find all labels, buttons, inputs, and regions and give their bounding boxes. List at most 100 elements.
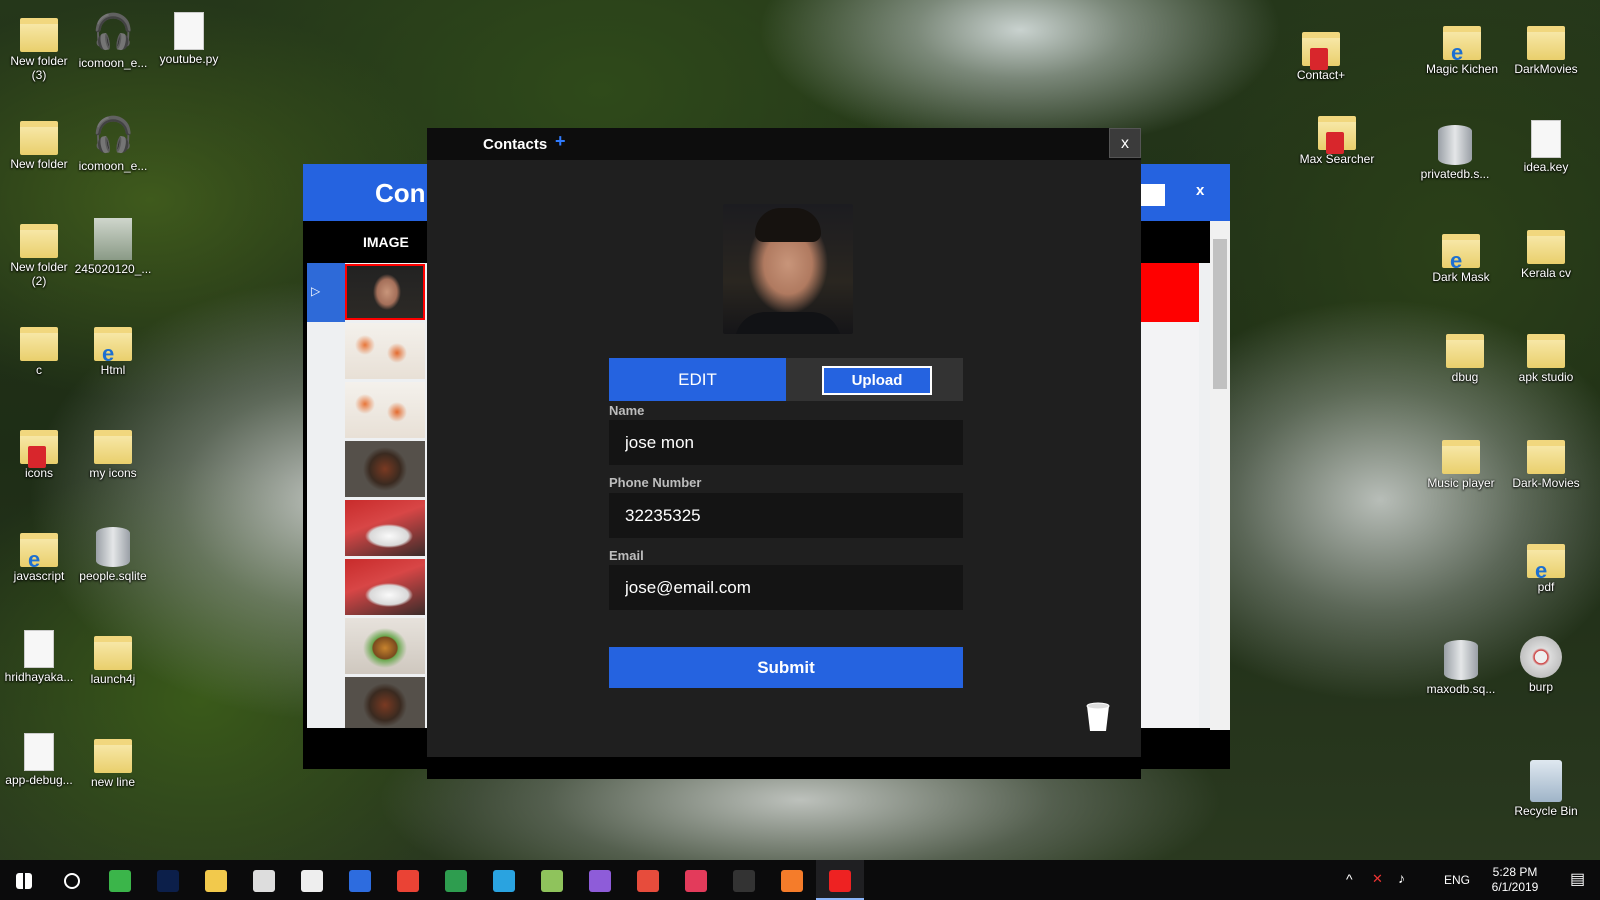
taskbar-notepad-icon[interactable] xyxy=(528,860,576,900)
taskbar-visual-studio-icon[interactable] xyxy=(576,860,624,900)
desktop-icon[interactable]: Dark Mask xyxy=(1422,228,1500,284)
desktop-icon[interactable]: DarkMovies xyxy=(1507,20,1585,76)
file-icon xyxy=(24,630,54,668)
search-input[interactable] xyxy=(1141,184,1165,206)
desktop-icon[interactable]: dbug xyxy=(1426,328,1504,384)
name-input[interactable] xyxy=(609,420,963,465)
taskbar-mail-icon[interactable] xyxy=(240,860,288,900)
row-thumbnail xyxy=(345,500,425,556)
desktop-icon[interactable]: burp xyxy=(1502,636,1580,694)
desktop-icon-label: dbug xyxy=(1451,370,1479,384)
folder-icon xyxy=(94,739,132,773)
image-file-icon xyxy=(94,218,132,260)
desktop-icon[interactable]: privatedb.s... xyxy=(1416,125,1494,181)
taskbar-firefox-icon[interactable] xyxy=(336,860,384,900)
desktop-icon[interactable]: Music player xyxy=(1422,434,1500,490)
phone-input[interactable] xyxy=(609,493,963,538)
desktop-icon[interactable]: hridhayaka... xyxy=(0,630,78,684)
desktop-icon[interactable]: Contact+ xyxy=(1282,26,1360,82)
taskbar-terminal-icon[interactable] xyxy=(720,860,768,900)
desktop-icon[interactable]: Kerala cv xyxy=(1507,224,1585,280)
volume-icon[interactable]: ♪ xyxy=(1398,870,1405,886)
desktop-icon[interactable]: people.sqlite xyxy=(74,527,152,583)
desktop-icon[interactable]: new line xyxy=(74,733,152,789)
row-selector[interactable] xyxy=(307,322,345,382)
taskbar-file-icon[interactable] xyxy=(288,860,336,900)
chevron-up-icon[interactable]: ^ xyxy=(1346,871,1353,887)
contact-avatar[interactable] xyxy=(723,204,853,334)
desktop-icon[interactable]: 🎧 icomoon_e... xyxy=(74,115,152,173)
close-button[interactable]: x xyxy=(1196,182,1204,199)
folder-icon xyxy=(1527,440,1565,474)
name-label: Name xyxy=(609,403,645,418)
taskbar-file-explorer-icon[interactable] xyxy=(192,860,240,900)
desktop-icon[interactable]: Dark-Movies xyxy=(1507,434,1585,490)
taskbar-start-icon[interactable] xyxy=(0,860,48,900)
taskbar-xampp-icon[interactable] xyxy=(768,860,816,900)
desktop-icon[interactable]: c xyxy=(0,321,78,377)
desktop-icon[interactable]: Max Searcher xyxy=(1298,110,1376,166)
language-indicator[interactable]: ENG xyxy=(1444,873,1470,887)
desktop-icon-label: Recycle Bin xyxy=(1514,804,1578,818)
taskbar-gem-icon[interactable] xyxy=(432,860,480,900)
edit-tab[interactable]: EDIT xyxy=(609,358,786,401)
desktop-icon[interactable]: app-debug... xyxy=(0,733,78,787)
taskbar-photoshop-icon[interactable] xyxy=(144,860,192,900)
desktop-icon[interactable]: maxodb.sq... xyxy=(1422,640,1500,696)
taskbar-red-app-icon[interactable] xyxy=(624,860,672,900)
folder-icon xyxy=(20,327,58,361)
desktop-icon[interactable]: New folder (2) xyxy=(0,218,78,288)
desktop-icon[interactable]: Magic Kichen xyxy=(1423,20,1501,76)
desktop-icon[interactable]: apk studio xyxy=(1507,328,1585,384)
desktop-icon[interactable]: Recycle Bin xyxy=(1507,760,1585,818)
desktop-icon[interactable]: launch4j xyxy=(74,630,152,686)
email-label: Email xyxy=(609,548,644,563)
notifications-icon[interactable]: ▤ xyxy=(1570,869,1585,889)
desktop-icon[interactable]: 245020120_... xyxy=(74,218,152,276)
row-selector[interactable] xyxy=(307,499,345,559)
row-selector[interactable]: ▷ xyxy=(307,263,345,323)
desktop-icon[interactable]: New folder (3) xyxy=(0,12,78,82)
submit-button[interactable]: Submit xyxy=(609,647,963,688)
clock[interactable]: 5:28 PM 6/1/2019 xyxy=(1480,865,1550,895)
taskbar-contact-app-icon[interactable] xyxy=(816,860,864,900)
row-selector[interactable] xyxy=(307,440,345,500)
scrollbar-thumb[interactable] xyxy=(1213,239,1227,389)
row-selector[interactable] xyxy=(307,381,345,441)
email-input[interactable] xyxy=(609,565,963,610)
desktop-icon[interactable]: Html xyxy=(74,321,152,377)
desktop-icon[interactable]: my icons xyxy=(74,424,152,480)
desktop-icon[interactable]: javascript xyxy=(0,527,78,583)
row-thumbnail xyxy=(345,382,425,438)
camtasia-icon xyxy=(109,870,131,893)
database-icon xyxy=(96,527,130,567)
desktop-icon-label: apk studio xyxy=(1518,370,1574,384)
chrome-icon xyxy=(397,870,419,893)
taskbar-telegram-icon[interactable] xyxy=(480,860,528,900)
desktop-icon[interactable]: idea.key xyxy=(1507,120,1585,174)
taskbar-chrome-icon[interactable] xyxy=(384,860,432,900)
desktop-icon[interactable]: 🎧 icomoon_e... xyxy=(74,12,152,70)
desktop-icon[interactable]: New folder xyxy=(0,115,78,171)
taskbar-search-app-icon[interactable] xyxy=(672,860,720,900)
row-thumbnail xyxy=(345,264,425,320)
scrollbar[interactable] xyxy=(1210,221,1230,730)
network-icon[interactable]: ✕ xyxy=(1372,871,1383,887)
clock-time: 5:28 PM xyxy=(1492,865,1538,879)
desktop-icon[interactable]: icons xyxy=(0,424,78,480)
taskbar-cortana-icon[interactable] xyxy=(48,860,96,900)
folder-icon xyxy=(1527,334,1565,368)
desktop-icon[interactable]: pdf xyxy=(1507,538,1585,594)
trash-icon[interactable] xyxy=(1085,702,1111,732)
upload-button[interactable]: Upload xyxy=(822,366,932,395)
close-button[interactable]: x xyxy=(1109,128,1141,158)
row-selector[interactable] xyxy=(307,558,345,618)
taskbar-camtasia-icon[interactable] xyxy=(96,860,144,900)
row-selector[interactable] xyxy=(307,617,345,677)
desktop-icon[interactable]: youtube.py xyxy=(150,12,228,66)
row-selector[interactable] xyxy=(307,676,345,728)
window-title: Con xyxy=(375,178,426,208)
recycle-bin-icon xyxy=(1530,760,1562,802)
file-icon xyxy=(1531,120,1561,158)
firefox-icon xyxy=(349,870,371,893)
